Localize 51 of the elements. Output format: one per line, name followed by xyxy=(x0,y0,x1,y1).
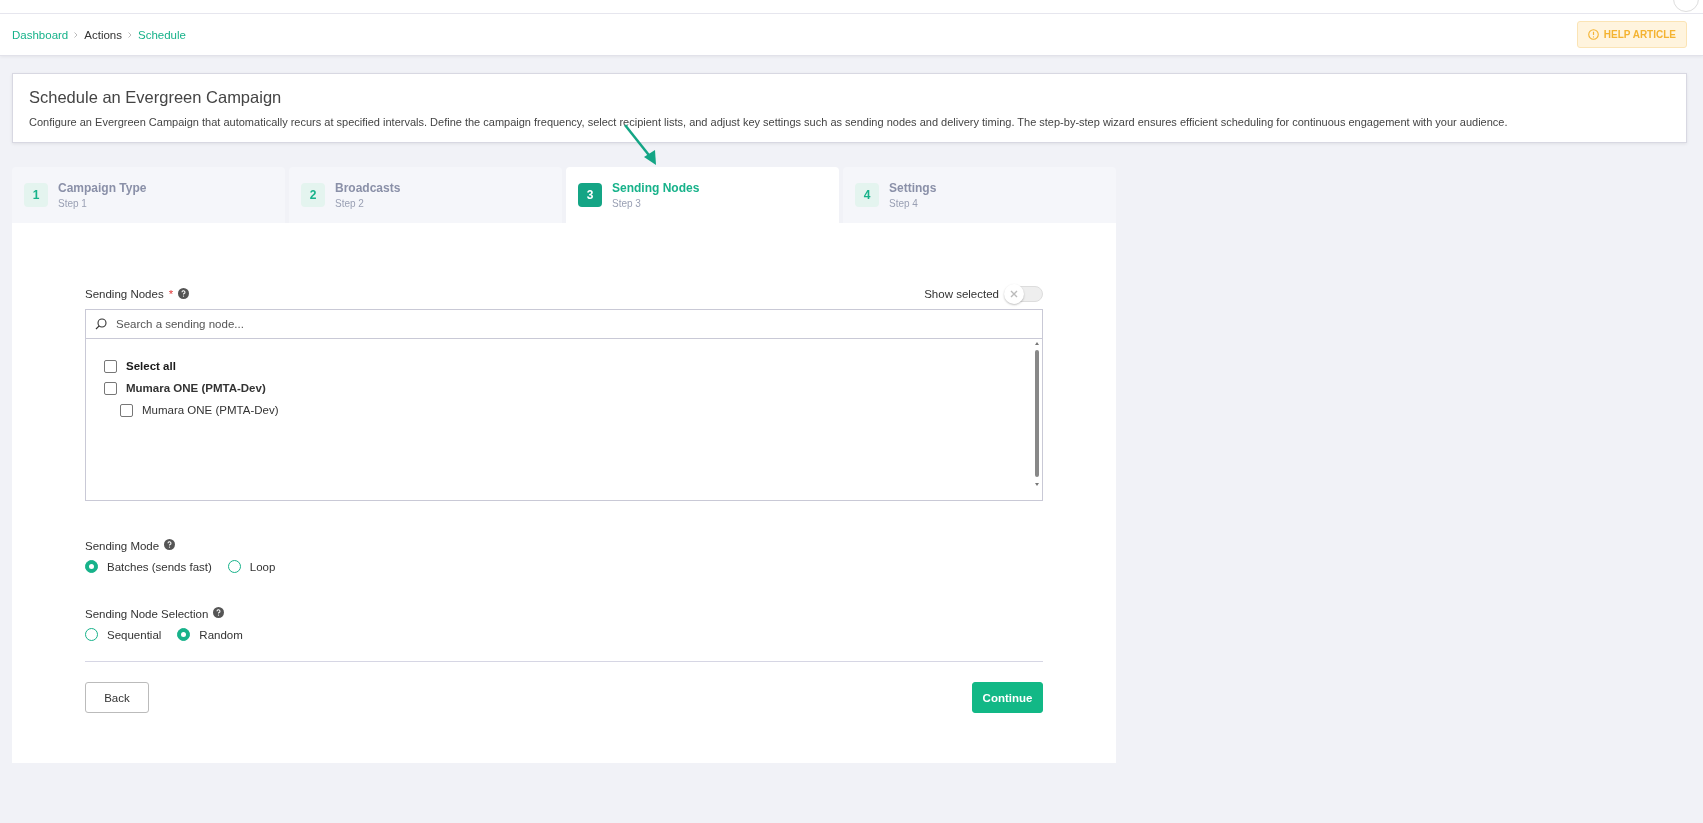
search-field[interactable]: Search a sending node... xyxy=(85,309,1043,339)
page-title: Schedule an Evergreen Campaign xyxy=(29,88,283,107)
step-number: 2 xyxy=(301,183,325,207)
show-selected-toggle[interactable] xyxy=(1005,286,1043,302)
field-label: Sending Mode xyxy=(85,539,160,552)
step-title: Sending Nodes xyxy=(612,181,700,195)
help-icon[interactable] xyxy=(178,287,190,301)
breadcrumb-link[interactable]: Dashboard xyxy=(12,28,69,41)
search-icon xyxy=(95,318,107,330)
checkbox[interactable] xyxy=(104,381,117,395)
radio-label: Random xyxy=(199,628,243,641)
breadcrumb-item: Actions xyxy=(84,28,122,41)
back-button[interactable]: Back xyxy=(85,682,149,713)
step-number: 1 xyxy=(24,183,48,207)
field-label: Sending Node Selection xyxy=(85,607,209,620)
required-mark: * xyxy=(168,288,174,300)
step-number: 4 xyxy=(855,183,879,207)
help-article-button[interactable]: HELP ARTICLE xyxy=(1576,21,1687,48)
continue-button[interactable]: Continue xyxy=(972,682,1043,713)
radio-label: Loop xyxy=(249,560,276,573)
step-subtitle: Step 3 xyxy=(612,198,642,209)
chevron-icon xyxy=(128,29,132,40)
radio-button[interactable] xyxy=(85,560,98,573)
wizard-step-tab[interactable]: 4 Settings Step 4 xyxy=(843,167,1116,223)
breadcrumb-link[interactable]: Schedule xyxy=(138,28,186,41)
node-group-label: Mumara ONE (PMTA-Dev) xyxy=(126,382,266,394)
step-subtitle: Step 2 xyxy=(335,198,365,209)
help-icon[interactable] xyxy=(213,607,225,620)
help-icon[interactable] xyxy=(164,539,176,552)
wizard-step-tab[interactable]: 2 Broadcasts Step 2 xyxy=(289,167,562,223)
step-number: 3 xyxy=(578,183,602,207)
select-all-label: Select all xyxy=(126,360,176,372)
radio-label: Batches (sends fast) xyxy=(107,560,212,573)
wizard-step-tab[interactable]: 1 Campaign Type Step 1 xyxy=(12,167,285,223)
field-label: Sending Nodes xyxy=(85,288,164,300)
checkbox[interactable] xyxy=(104,359,117,373)
radio-label: Sequential xyxy=(107,628,162,641)
step-title: Campaign Type xyxy=(58,181,147,195)
step-subtitle: Step 1 xyxy=(58,198,88,209)
warning-icon xyxy=(1587,29,1599,40)
checkbox[interactable] xyxy=(120,403,133,417)
toggle-label: Show selected xyxy=(924,288,999,300)
close-icon xyxy=(1010,290,1018,298)
step-subtitle: Step 4 xyxy=(889,198,919,209)
step-title: Settings xyxy=(889,181,937,195)
wizard-step-tab[interactable]: 3 Sending Nodes Step 3 xyxy=(566,167,839,223)
page-description: Configure an Evergreen Campaign that automatically recurs at specified intervals. Define the campaign frequency, select recipient lists, and adjust key settings such as sending nodes and delivery timing. The step-by-step wizard ensures efficient scheduling for continuous engagement with your audience. xyxy=(29,116,1509,128)
chevron-icon xyxy=(74,29,79,40)
radio-button[interactable] xyxy=(177,628,191,641)
step-title: Broadcasts xyxy=(335,181,401,195)
node-label: Mumara ONE (PMTA-Dev) xyxy=(142,404,279,416)
